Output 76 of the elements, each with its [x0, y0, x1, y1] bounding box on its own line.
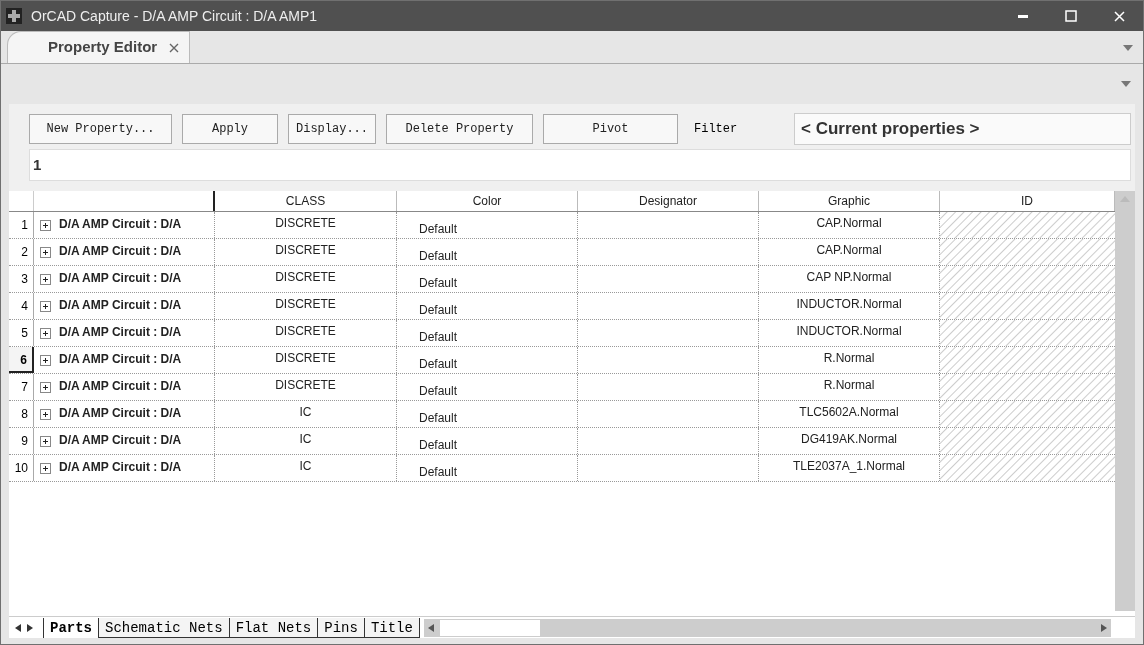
toolbar-button[interactable]: Delete Property — [386, 114, 533, 144]
expand-icon[interactable] — [40, 247, 51, 258]
row-number[interactable]: 2 — [9, 239, 34, 265]
table-cell: Default — [397, 455, 578, 481]
table-cell: Default — [397, 320, 578, 346]
row-number[interactable]: 6 — [9, 347, 34, 373]
dropdown-arrow-icon[interactable] — [1121, 81, 1131, 87]
table-cell: DISCRETE — [215, 266, 397, 292]
table-cell: DISCRETE — [215, 212, 397, 238]
table-cell: Default — [397, 428, 578, 454]
expand-icon[interactable] — [40, 355, 51, 366]
maximize-icon[interactable] — [1065, 10, 1077, 22]
filter-dropdown[interactable]: < Current properties > — [794, 113, 1131, 145]
column-header[interactable]: Graphic — [759, 191, 940, 211]
toolbar-button[interactable]: Display... — [288, 114, 376, 144]
table-cell: Default — [397, 347, 578, 373]
row-number[interactable]: 10 — [9, 455, 34, 481]
table-cell: DISCRETE — [215, 320, 397, 346]
toolbar-button[interactable]: New Property... — [29, 114, 172, 144]
table-cell: Default — [397, 374, 578, 400]
table-cell: DISCRETE — [215, 374, 397, 400]
row-number[interactable]: 8 — [9, 401, 34, 427]
expand-icon[interactable] — [40, 463, 51, 474]
part-name: D/A AMP Circuit : D/A — [59, 297, 182, 314]
table-cell: DISCRETE — [215, 239, 397, 265]
close-icon[interactable] — [169, 42, 180, 53]
toolbar-button[interactable]: Pivot — [543, 114, 678, 144]
table-cell: DISCRETE — [215, 293, 397, 319]
part-name: D/A AMP Circuit : D/A — [59, 351, 182, 368]
row-number[interactable]: 7 — [9, 374, 34, 400]
row-number[interactable]: 1 — [9, 212, 34, 238]
table-cell: Default — [397, 239, 578, 265]
part-name: D/A AMP Circuit : D/A — [59, 243, 182, 260]
column-header[interactable]: Color — [397, 191, 578, 211]
cell-editor-field[interactable]: 1 — [29, 149, 1131, 181]
table-cell: DISCRETE — [215, 347, 397, 373]
table-cell: Default — [397, 293, 578, 319]
expand-icon[interactable] — [40, 220, 51, 231]
table-cell: IC — [215, 428, 397, 454]
part-name: D/A AMP Circuit : D/A — [59, 405, 182, 422]
part-name: D/A AMP Circuit : D/A — [59, 270, 182, 287]
table-cell: Default — [397, 212, 578, 238]
expand-icon[interactable] — [40, 382, 51, 393]
document-tab[interactable]: Property Editor — [7, 31, 191, 63]
column-header[interactable]: CLASS — [215, 191, 397, 211]
row-number[interactable]: 3 — [9, 266, 34, 292]
part-name: D/A AMP Circuit : D/A — [59, 432, 182, 449]
table-cell: Default — [397, 266, 578, 292]
dropdown-arrow-icon[interactable] — [1123, 45, 1133, 51]
vertical-scrollbar[interactable] — [1115, 191, 1135, 611]
filter-label: Filter — [694, 121, 739, 138]
column-header[interactable]: Designator — [578, 191, 759, 211]
row-number[interactable]: 4 — [9, 293, 34, 319]
part-name: D/A AMP Circuit : D/A — [59, 216, 182, 233]
table-cell: Default — [397, 401, 578, 427]
row-number[interactable]: 5 — [9, 320, 34, 346]
tab-label: Property Editor — [48, 37, 158, 58]
sheet-tab[interactable]: Schematic Nets — [98, 617, 229, 638]
table-cell: IC — [215, 455, 397, 481]
part-name: D/A AMP Circuit : D/A — [59, 378, 182, 395]
minimize-icon[interactable] — [1018, 14, 1028, 18]
sheet-tab[interactable]: Title — [363, 617, 420, 638]
window-title: OrCAD Capture - D/A AMP Circuit : D/A AMP1 — [31, 6, 318, 26]
sheet-tab[interactable]: Pins — [317, 617, 364, 638]
table-cell: IC — [215, 401, 397, 427]
row-number[interactable]: 9 — [9, 428, 34, 454]
expand-icon[interactable] — [40, 274, 51, 285]
toolbar-button[interactable]: Apply — [182, 114, 278, 144]
expand-icon[interactable] — [40, 301, 51, 312]
expand-icon[interactable] — [40, 409, 51, 420]
expand-icon[interactable] — [40, 436, 51, 447]
app-icon — [5, 7, 23, 25]
expand-icon[interactable] — [40, 328, 51, 339]
part-name: D/A AMP Circuit : D/A — [59, 324, 182, 341]
sheet-tab[interactable]: Flat Nets — [228, 617, 318, 638]
part-name: D/A AMP Circuit : D/A — [59, 459, 182, 476]
